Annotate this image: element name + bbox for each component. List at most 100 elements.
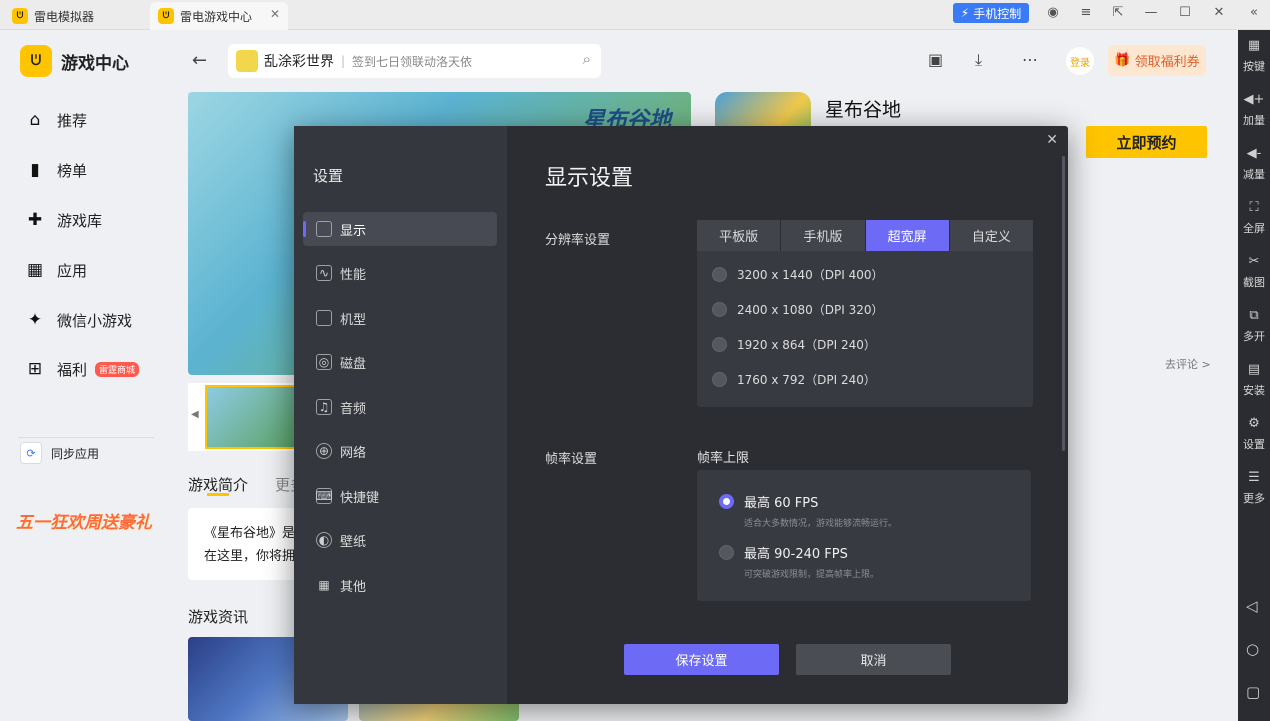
toolbar-label: 全屏: [1243, 222, 1265, 235]
radio-button[interactable]: [712, 372, 727, 387]
sidebar-item-label: 推荐: [57, 111, 88, 130]
sidebar-item-label: 应用: [57, 261, 88, 280]
calendar-icon[interactable]: ▣: [928, 50, 943, 69]
game-title: 星布谷地: [825, 99, 902, 121]
export-icon[interactable]: ⇱: [1109, 5, 1127, 20]
sidebar-item-apps[interactable]: ▦ 应用: [24, 259, 87, 281]
menu-label: 网络: [340, 445, 367, 461]
resolution-option-label: 1920 x 864（DPI 240）: [737, 338, 876, 352]
settings-menu-display[interactable]: 显示: [303, 212, 497, 246]
toolbar-screenshot[interactable]: ✂ 截图: [1238, 254, 1270, 290]
close-window-icon[interactable]: ✕: [1210, 5, 1228, 20]
radio-button[interactable]: [712, 302, 727, 317]
tab-phone[interactable]: 手机版: [781, 220, 866, 251]
promo-banner[interactable]: 五一狂欢周送豪礼: [16, 508, 152, 533]
radio-button[interactable]: [712, 267, 727, 282]
login-button[interactable]: 登录: [1066, 47, 1094, 75]
radio-button-selected[interactable]: [719, 494, 734, 509]
toolbar-fullscreen[interactable]: ⛶ 全屏: [1238, 200, 1270, 236]
settings-menu-network[interactable]: ⊕ 网络: [303, 434, 497, 468]
phone-control-button[interactable]: ⚡ 手机控制: [953, 3, 1029, 23]
welfare-badge: 雷霆商城: [95, 361, 140, 377]
game-center-logo[interactable]: ᕫ 游戏中心: [20, 45, 129, 77]
tab-tablet[interactable]: 平板版: [697, 220, 782, 251]
scissors-icon: ✂: [1248, 254, 1260, 269]
fps-option-desc: 可突破游戏限制，提高帧率上限。: [744, 570, 880, 580]
resolution-option[interactable]: 1760 x 792（DPI 240）: [712, 371, 876, 388]
settings-dialog: 设置 显示 ∿ 性能 机型 ◎ 磁盘 ♫ 音频 ⊕ 网络 ⌨ 快捷键 ◐ 壁纸 ▦ 其他 ✕ …: [294, 126, 1068, 704]
radio-button[interactable]: [712, 337, 727, 352]
more-dots-icon[interactable]: ⋯: [1022, 50, 1038, 69]
resolution-option[interactable]: 2400 x 1080（DPI 320）: [712, 301, 884, 318]
user-icon[interactable]: ◉: [1044, 5, 1062, 20]
disk-icon: ◎: [316, 354, 332, 370]
download-icon[interactable]: ⤓: [975, 50, 982, 70]
menu-label: 机型: [340, 312, 367, 328]
android-back-icon[interactable]: ◁: [1246, 597, 1258, 615]
settings-menu-wallpaper[interactable]: ◐ 壁纸: [303, 523, 497, 557]
toolbar-label: 减量: [1243, 168, 1265, 181]
reserve-button[interactable]: 立即预约: [1086, 126, 1207, 158]
search-bar[interactable]: 乱涂彩世界 | 签到七日领联动洛天依 ⌕: [228, 44, 601, 78]
toolbar-more[interactable]: ☰ 更多: [1238, 470, 1270, 506]
coupon-button[interactable]: 🎁 领取福利券: [1108, 45, 1206, 76]
search-icon[interactable]: ⌕: [583, 50, 591, 68]
tab-ultrawide[interactable]: 超宽屏: [865, 220, 950, 251]
menu-icon[interactable]: ≡: [1077, 5, 1095, 20]
gift-icon: ⊞: [27, 359, 43, 379]
sidebar-item-wechat-games[interactable]: ✦ 微信小游戏: [24, 309, 132, 331]
maximize-icon[interactable]: ☐: [1176, 5, 1194, 20]
emulator-toolbar: ▦ 按键 ◀+ 加量 ◀- 减量 ⛶ 全屏 ✂ 截图 ⧉ 多开 ▤ 安装 ⚙ 设置 ☰ 更多 ◁ …: [1238, 30, 1270, 721]
prev-arrow-icon[interactable]: ◀: [191, 409, 199, 420]
minimize-icon[interactable]: —: [1142, 5, 1160, 20]
close-tab-icon[interactable]: ✕: [270, 7, 280, 21]
toolbar-volume-down[interactable]: ◀- 减量: [1238, 146, 1270, 182]
sidebar-item-welfare[interactable]: ⊞ 福利 雷霆商城: [24, 358, 140, 380]
sidebar-item-ranking[interactable]: ▮ 榜单: [24, 159, 87, 181]
settings-menu-audio[interactable]: ♫ 音频: [303, 390, 497, 424]
audio-icon: ♫: [316, 399, 332, 415]
settings-menu-performance[interactable]: ∿ 性能: [303, 256, 497, 290]
ldplayer-logo-icon: ᕫ: [20, 45, 52, 77]
settings-menu-model[interactable]: 机型: [303, 301, 497, 335]
tab-emulator[interactable]: ᕫ 雷电模拟器: [4, 2, 144, 30]
device-model-icon: [316, 310, 332, 326]
resolution-option[interactable]: 3200 x 1440（DPI 400）: [712, 266, 884, 283]
screenshot-thumbnail[interactable]: [205, 385, 297, 449]
toolbar-install-apk[interactable]: ▤ 安装: [1238, 362, 1270, 398]
settings-menu-shortcuts[interactable]: ⌨ 快捷键: [303, 479, 497, 513]
close-icon[interactable]: ✕: [1046, 132, 1058, 148]
collapse-icon[interactable]: «: [1245, 5, 1263, 20]
settings-menu-other[interactable]: ▦ 其他: [303, 568, 497, 602]
fps-option-60[interactable]: 最高 60 FPS: [719, 492, 818, 511]
radio-button[interactable]: [719, 545, 734, 560]
sync-apps-button[interactable]: ⟳ 同步应用: [20, 442, 99, 464]
toolbar-multi-instance[interactable]: ⧉ 多开: [1238, 308, 1270, 344]
resolution-option[interactable]: 1920 x 864（DPI 240）: [712, 336, 876, 353]
lightning-icon: ⚡: [960, 6, 970, 20]
save-button[interactable]: 保存设置: [624, 644, 779, 675]
cancel-button[interactable]: 取消: [796, 644, 951, 675]
sidebar-item-recommend[interactable]: ⌂ 推荐: [24, 109, 87, 131]
toolbar-keymap[interactable]: ▦ 按键: [1238, 38, 1270, 74]
comment-link[interactable]: 去评论 >: [1165, 356, 1211, 372]
keyboard-icon: ⌨: [315, 488, 333, 504]
tab-intro[interactable]: 游戏简介: [188, 474, 248, 495]
title-bar: ᕫ 雷电模拟器 ᕫ 雷电游戏中心 ✕ ⚡ 手机控制 ◉ ≡ ⇱ — ☐ ✕ «: [0, 0, 1270, 30]
toolbar-volume-up[interactable]: ◀+ 加量: [1238, 92, 1270, 128]
sync-icon: ⟳: [20, 442, 42, 464]
sidebar-item-game-library[interactable]: ✚ 游戏库: [24, 209, 102, 231]
android-recents-icon[interactable]: ▢: [1246, 683, 1260, 701]
android-home-icon[interactable]: ○: [1246, 640, 1259, 658]
more-icon: ☰: [1248, 470, 1260, 485]
tab-game-center[interactable]: ᕫ 雷电游戏中心 ✕: [150, 2, 288, 30]
settings-menu-disk[interactable]: ◎ 磁盘: [303, 345, 497, 379]
tab-label: 雷电游戏中心: [180, 9, 253, 24]
toolbar-settings[interactable]: ⚙ 设置: [1238, 416, 1270, 452]
tab-custom[interactable]: 自定义: [949, 220, 1033, 251]
fps-option-high[interactable]: 最高 90-240 FPS: [719, 543, 848, 562]
tab-label: 雷电模拟器: [34, 9, 95, 24]
back-arrow-icon[interactable]: ←: [192, 50, 207, 71]
scrollbar[interactable]: [1062, 156, 1065, 451]
search-subtitle: 签到七日领联动洛天依: [352, 54, 473, 69]
